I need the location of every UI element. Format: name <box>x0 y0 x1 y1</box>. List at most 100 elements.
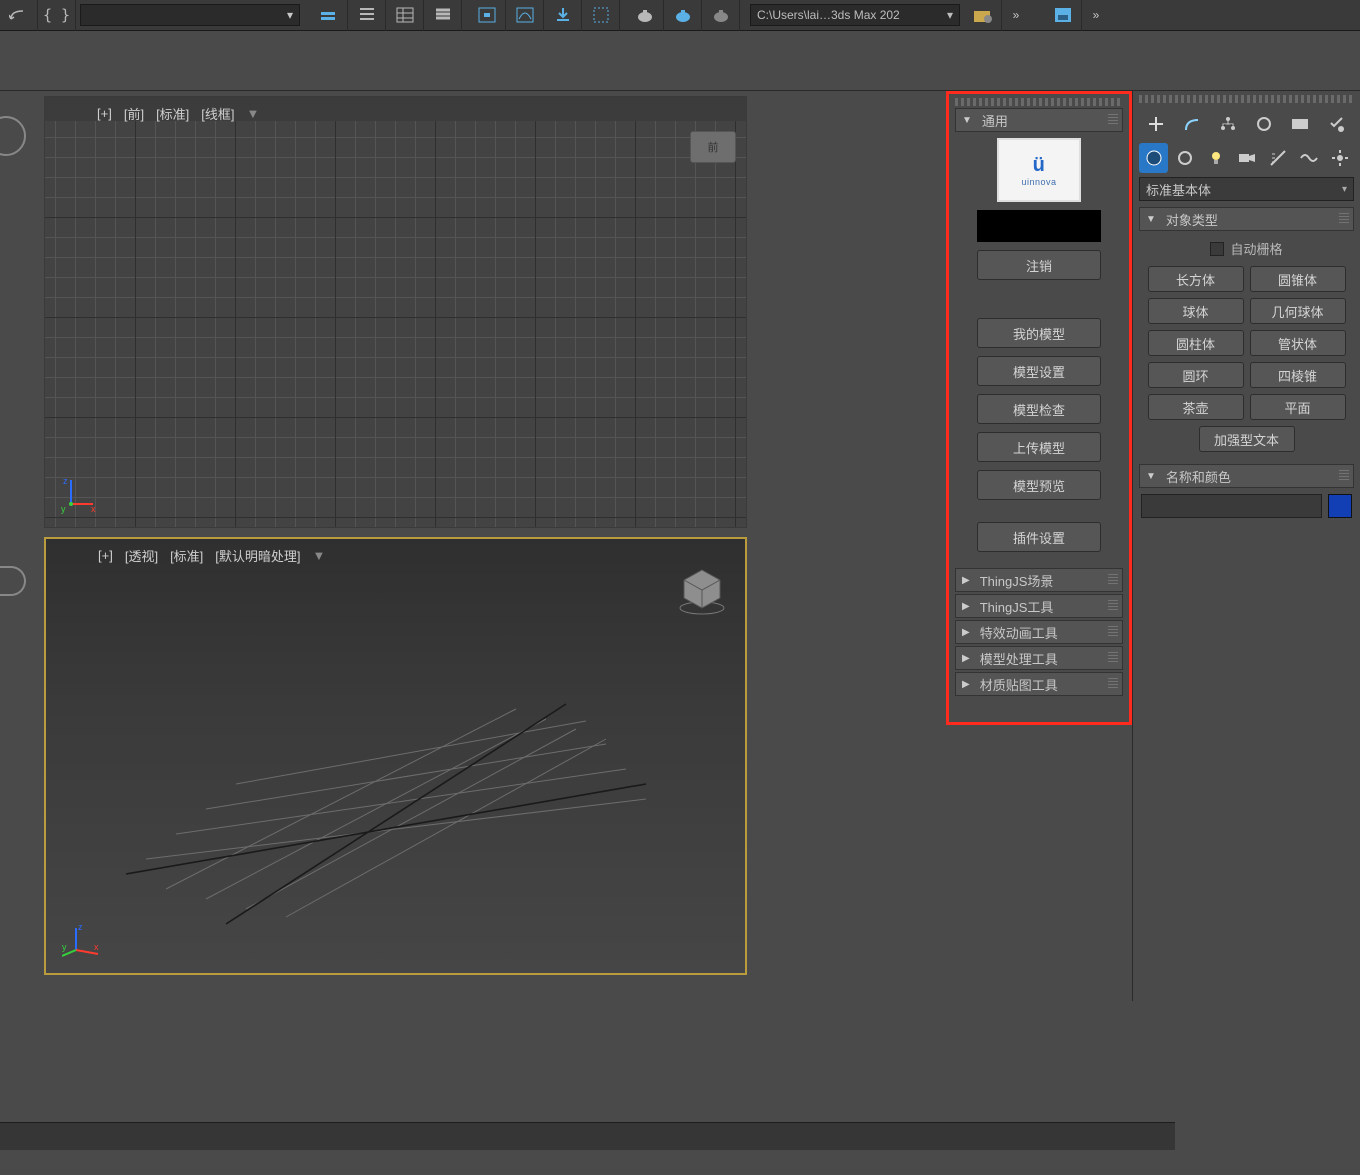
viewport-front-caption[interactable]: [+] [前] [标准] [线框] ▼ <box>97 104 259 123</box>
curve-editor-icon[interactable] <box>506 0 544 31</box>
panel-drag-handle[interactable] <box>955 98 1123 106</box>
gear-folder-icon[interactable] <box>964 0 1002 31</box>
teapot-c-icon[interactable] <box>702 0 740 31</box>
rollout-thingjs-scene[interactable]: ▶ ThingJS场景 <box>955 568 1123 592</box>
user-field <box>977 210 1101 242</box>
layers-icon[interactable] <box>310 0 348 31</box>
model-settings-button[interactable]: 模型设置 <box>977 356 1101 386</box>
lights-subtab[interactable] <box>1201 143 1230 173</box>
grip-icon <box>1108 600 1118 612</box>
plane-button[interactable]: 平面 <box>1250 394 1346 420</box>
geometry-subtab[interactable] <box>1139 143 1168 173</box>
helpers-subtab[interactable] <box>1263 143 1292 173</box>
expand-tri-icon: ▶ <box>962 653 970 664</box>
quick-access-dropdown[interactable]: ▾ <box>80 4 300 26</box>
viewcube-ring-icon[interactable] <box>0 116 26 156</box>
axis-gizmo-front: z y x <box>61 474 101 519</box>
list-icon[interactable] <box>348 0 386 31</box>
rollout-object-type[interactable]: ▼ 对象类型 <box>1139 207 1354 231</box>
spacewarps-subtab[interactable] <box>1294 143 1323 173</box>
cameras-subtab[interactable] <box>1232 143 1261 173</box>
motion-tab[interactable] <box>1247 109 1281 139</box>
logout-button[interactable]: 注销 <box>977 250 1101 280</box>
rollout-mat-tex[interactable]: ▶ 材质贴图工具 <box>955 672 1123 696</box>
expand-tri-icon: ▶ <box>962 575 970 586</box>
ribbon-placeholder <box>0 31 1360 91</box>
modify-tab[interactable] <box>1175 109 1209 139</box>
viewcube-icon[interactable] <box>673 561 731 619</box>
upload-model-button[interactable]: 上传模型 <box>977 432 1101 462</box>
color-swatch[interactable] <box>1328 494 1352 518</box>
collapse-tri-icon: ▼ <box>1146 471 1156 482</box>
timeline-strip[interactable] <box>0 1122 1175 1150</box>
shapes-subtab[interactable] <box>1170 143 1199 173</box>
rollout-fx-anim[interactable]: ▶ 特效动画工具 <box>955 620 1123 644</box>
grip-icon <box>1108 652 1118 664</box>
autogrid-checkbox[interactable]: 自动栅格 <box>1141 239 1352 258</box>
model-preview-button[interactable]: 模型预览 <box>977 470 1101 500</box>
viewport-perspective[interactable]: [+] [透视] [标准] [默认明暗处理] ▼ z <box>44 537 747 975</box>
create-subtabs <box>1133 141 1360 175</box>
download-icon[interactable] <box>544 0 582 31</box>
viewport-area: [+] [前] [标准] [线框] ▼ 前 z y x <box>0 91 942 1001</box>
selection-box-icon[interactable] <box>582 0 620 31</box>
svg-text:y: y <box>61 504 66 514</box>
grid-list-icon[interactable] <box>386 0 424 31</box>
view-badge-front[interactable]: 前 <box>690 131 736 163</box>
rollout-model-proc[interactable]: ▶ 模型处理工具 <box>955 646 1123 670</box>
pyramid-button[interactable]: 四棱锥 <box>1250 362 1346 388</box>
utilities-tab[interactable] <box>1319 109 1353 139</box>
uinnova-logo: ü uinnova <box>997 138 1081 202</box>
teapot-a-icon[interactable] <box>626 0 664 31</box>
model-check-button[interactable]: 模型检查 <box>977 394 1101 424</box>
rollout-general[interactable]: ▼ 通用 <box>955 108 1123 132</box>
object-name-input[interactable] <box>1141 494 1322 518</box>
panel-drag-handle[interactable] <box>1139 95 1354 103</box>
save-disk-icon[interactable] <box>1044 0 1082 31</box>
funnel-icon[interactable]: ▼ <box>247 106 260 121</box>
rollout-name-color[interactable]: ▼ 名称和颜色 <box>1139 464 1354 488</box>
cone-button[interactable]: 圆锥体 <box>1250 266 1346 292</box>
funnel-icon[interactable]: ▼ <box>313 548 326 563</box>
dropdown-arrow-icon: ▾ <box>947 8 953 22</box>
keyframe-box-icon[interactable] <box>468 0 506 31</box>
category-dropdown[interactable]: 标准基本体 <box>1139 177 1354 201</box>
grip-icon <box>1108 574 1118 586</box>
undo-arrow-icon[interactable] <box>0 0 38 31</box>
svg-text:z: z <box>63 476 68 486</box>
toolbar-overflow-a[interactable]: » <box>1002 0 1030 31</box>
axis-gizmo-persp: z y x <box>62 920 106 965</box>
torus-button[interactable]: 圆环 <box>1148 362 1244 388</box>
top-toolbar: { } ▾ C:\Users\lai…3ds Max 202 ▾ » » <box>0 0 1360 31</box>
checkbox-icon[interactable] <box>1210 242 1224 256</box>
display-tab[interactable] <box>1283 109 1317 139</box>
sphere-button[interactable]: 球体 <box>1148 298 1244 324</box>
grid-backdrop <box>45 121 746 527</box>
hierarchy-tab[interactable] <box>1211 109 1245 139</box>
teapot-b-icon[interactable] <box>664 0 702 31</box>
svg-text:x: x <box>94 942 99 952</box>
systems-subtab[interactable] <box>1325 143 1354 173</box>
viewport-persp-caption[interactable]: [+] [透视] [标准] [默认明暗处理] ▼ <box>98 546 325 565</box>
command-top-tabs <box>1133 107 1360 141</box>
project-path-field[interactable]: C:\Users\lai…3ds Max 202 ▾ <box>750 4 960 26</box>
create-tab[interactable] <box>1139 109 1173 139</box>
geosphere-button[interactable]: 几何球体 <box>1250 298 1346 324</box>
my-models-button[interactable]: 我的模型 <box>977 318 1101 348</box>
grip-icon <box>1108 678 1118 690</box>
viewport-front[interactable]: [+] [前] [标准] [线框] ▼ 前 z y x <box>44 96 747 528</box>
stack-icon[interactable] <box>424 0 462 31</box>
perspective-grid <box>86 649 686 949</box>
grip-icon <box>1339 213 1349 225</box>
cylinder-button[interactable]: 圆柱体 <box>1148 330 1244 356</box>
viewcube-partial-icon[interactable] <box>0 566 26 596</box>
textplus-button[interactable]: 加强型文本 <box>1199 426 1295 452</box>
tube-button[interactable]: 管状体 <box>1250 330 1346 356</box>
teapot-button[interactable]: 茶壶 <box>1148 394 1244 420</box>
box-button[interactable]: 长方体 <box>1148 266 1244 292</box>
plugin-settings-button[interactable]: 插件设置 <box>977 522 1101 552</box>
rollout-thingjs-tools[interactable]: ▶ ThingJS工具 <box>955 594 1123 618</box>
toolbar-overflow-b[interactable]: » <box>1082 0 1110 31</box>
svg-text:y: y <box>62 942 67 952</box>
braces-icon[interactable]: { } <box>38 0 76 31</box>
